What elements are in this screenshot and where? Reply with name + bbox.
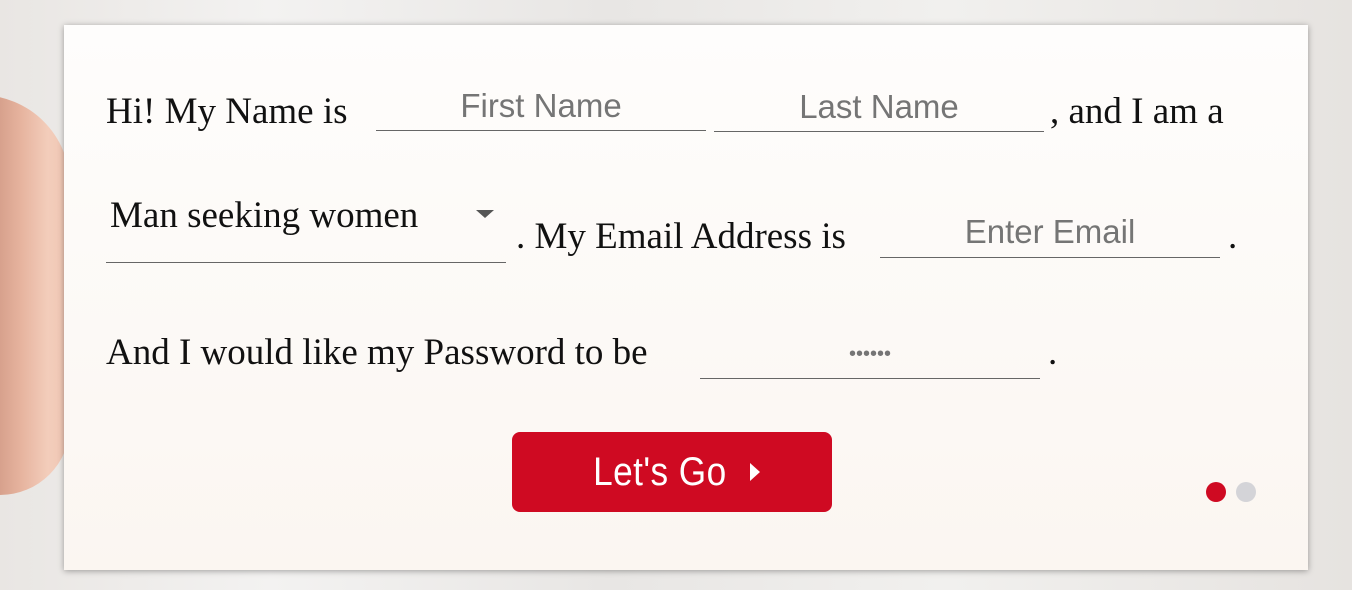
background-photo [0,95,70,495]
chevron-down-icon [476,210,494,218]
email-suffix-text: . [1228,216,1238,257]
signup-card: Hi! My Name is , and I am a Man seeking … [64,25,1308,570]
password-suffix-text: . [1048,332,1058,373]
pagination-dot-2[interactable] [1236,482,1256,502]
email-input[interactable] [880,207,1220,258]
arrow-right-icon [749,463,760,481]
name-suffix-text: , and I am a [1050,91,1224,132]
seeking-select[interactable]: Man seeking women [106,191,506,263]
last-name-input[interactable] [714,82,1044,132]
name-prefix-text: Hi! My Name is [106,91,348,132]
email-prefix-text: . My Email Address is [516,216,846,257]
lets-go-button[interactable]: Let's Go [512,432,832,512]
password-input[interactable] [700,330,1040,379]
lets-go-label: Let's Go [593,449,727,494]
password-prefix-text: And I would like my Password to be [106,332,648,373]
pagination-dot-1[interactable] [1206,482,1226,502]
seeking-select-value: Man seeking women [110,195,419,236]
first-name-input[interactable] [376,81,706,131]
